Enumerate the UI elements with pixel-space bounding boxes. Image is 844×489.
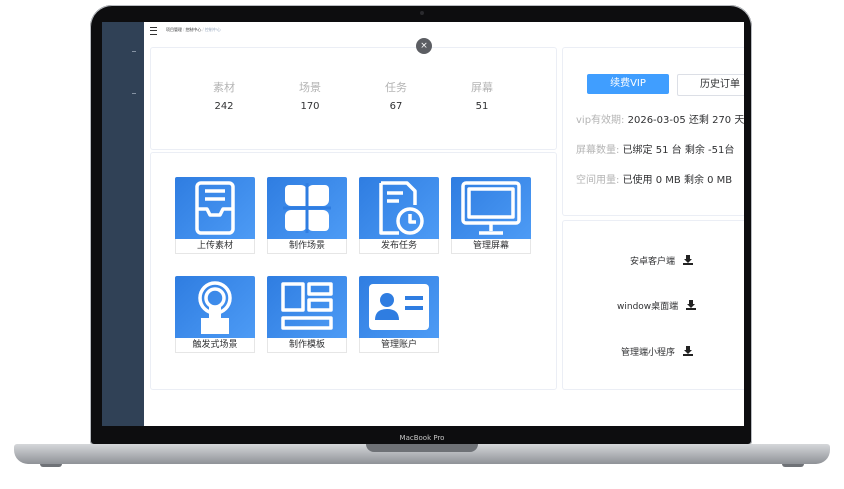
downloads-card: 安卓客户端 window桌面端 管理端小程序 [562, 220, 744, 390]
vip-validity-value: 2026-03-05 还剩 270 天 [627, 115, 744, 126]
download-icon[interactable] [683, 255, 694, 265]
hamburger-icon[interactable] [150, 27, 157, 35]
camera [420, 11, 424, 15]
download-windows[interactable]: window桌面端 [617, 299, 744, 312]
template-layout-icon [267, 276, 347, 338]
storage-usage-row: 空间用量: 已使用 0 MB 剩余 0 MB [576, 171, 732, 186]
laptop-foot [782, 464, 804, 467]
sidebar-item-2[interactable] [132, 93, 136, 94]
breadcrumb-item-current: 控制中心 [204, 27, 221, 32]
screen-count-key: 屏幕数量: [576, 145, 620, 156]
download-icon[interactable] [686, 300, 697, 310]
storage-usage-value: 已使用 0 MB 剩余 0 MB [622, 175, 733, 186]
stat-value: 242 [214, 101, 234, 112]
clover-icon [267, 177, 347, 239]
download-label: 安卓客户端 [630, 257, 676, 267]
tile-caption: 发布任务 [359, 239, 439, 254]
vip-card: 续费VIP 历史订单 vip有效期: 2026-03-05 还剩 270 天 屏… [562, 47, 744, 216]
order-history-button[interactable]: 历史订单 [677, 74, 744, 96]
renew-vip-button[interactable]: 续费VIP [587, 74, 669, 94]
stat-value: 67 [389, 101, 403, 112]
touch-hand-icon [175, 276, 255, 338]
breadcrumb: 项目管理/控制中心/控制中心 [166, 27, 221, 32]
tile-manage-accounts[interactable]: 管理账户 [359, 276, 439, 353]
stat-label: 素材 [213, 81, 235, 94]
download-miniprogram[interactable]: 管理端小程序 [621, 345, 744, 358]
tile-make-scene[interactable]: 制作场景 [267, 177, 347, 254]
tile-caption: 上传素材 [175, 239, 255, 254]
laptop-notch [366, 444, 478, 452]
id-card-icon [359, 276, 439, 338]
close-icon[interactable]: × [416, 38, 432, 54]
download-android[interactable]: 安卓客户端 [630, 254, 744, 267]
stat-tasks: 任务 67 [366, 79, 426, 112]
clock-document-icon [359, 177, 439, 239]
tile-caption: 管理屏幕 [451, 239, 531, 254]
tile-upload-material[interactable]: 上传素材 [175, 177, 255, 254]
top-navbar: 项目管理/控制中心/控制中心 [144, 22, 744, 40]
sidebar [102, 22, 144, 426]
breadcrumb-item-1[interactable]: 项目管理 [166, 27, 182, 32]
vip-validity-key: vip有效期: [576, 115, 625, 126]
stat-label: 任务 [385, 81, 407, 94]
stat-screens: 屏幕 51 [452, 79, 512, 112]
vip-validity-row: vip有效期: 2026-03-05 还剩 270 天 [576, 111, 744, 126]
stats-card: 素材 242 场景 170 任务 67 屏幕 51 [150, 47, 557, 150]
tile-caption: 管理账户 [359, 338, 439, 353]
tile-make-template[interactable]: 制作模板 [267, 276, 347, 353]
stat-materials: 素材 242 [194, 79, 254, 112]
download-label: window桌面端 [617, 302, 679, 312]
quick-actions-card: 上传素材 制作场景 发布任务 管理屏幕 触发式场景 制作模板 管理账户 [150, 152, 557, 390]
laptop-screen: 项目管理/控制中心/控制中心 素材 242 场景 170 任务 67 屏幕 51… [102, 22, 744, 426]
screen-count-row: 屏幕数量: 已绑定 51 台 剩余 -51台 [576, 141, 734, 156]
laptop-foot [40, 464, 62, 467]
sidebar-item-1[interactable] [132, 51, 136, 52]
tile-trigger-scene[interactable]: 触发式场景 [175, 276, 255, 353]
tile-caption: 触发式场景 [175, 338, 255, 353]
tile-publish-task[interactable]: 发布任务 [359, 177, 439, 254]
stat-value: 170 [300, 101, 320, 112]
screen-count-value: 已绑定 51 台 剩余 -51台 [622, 145, 735, 156]
stat-label: 屏幕 [471, 81, 493, 94]
download-icon[interactable] [683, 346, 694, 356]
storage-usage-key: 空间用量: [576, 175, 620, 186]
stat-label: 场景 [299, 81, 321, 94]
inbox-tray-icon [175, 177, 255, 239]
stat-scenes: 场景 170 [280, 79, 340, 112]
monitor-icon [451, 177, 531, 239]
tile-caption: 制作模板 [267, 338, 347, 353]
download-label: 管理端小程序 [621, 348, 676, 358]
breadcrumb-item-2[interactable]: 控制中心 [185, 27, 201, 32]
main-content: 项目管理/控制中心/控制中心 素材 242 场景 170 任务 67 屏幕 51… [144, 22, 744, 426]
device-label: MacBook Pro [399, 434, 445, 442]
tile-caption: 制作场景 [267, 239, 347, 254]
stat-value: 51 [475, 101, 489, 112]
tile-manage-screens[interactable]: 管理屏幕 [451, 177, 531, 254]
